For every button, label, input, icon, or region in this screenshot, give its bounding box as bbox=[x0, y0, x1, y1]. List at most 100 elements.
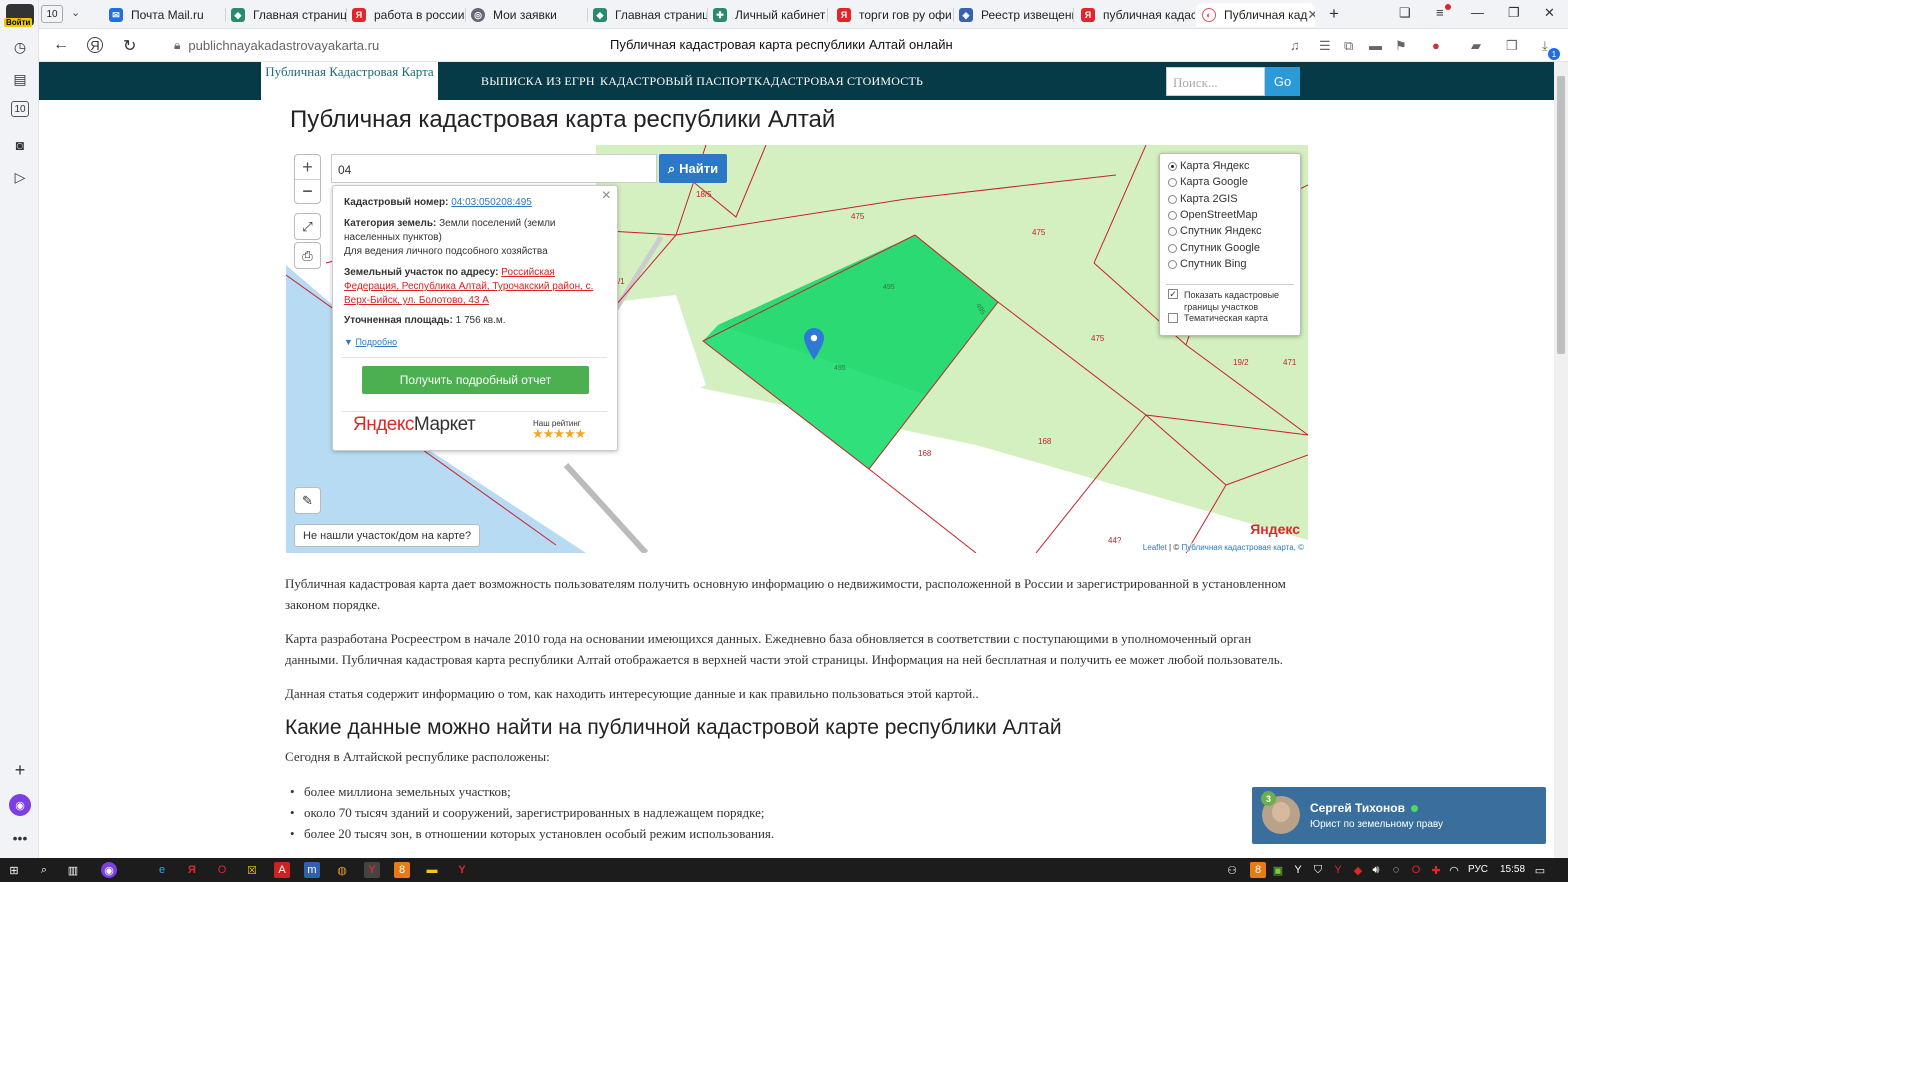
tray-icon[interactable]: Y bbox=[1330, 862, 1346, 878]
page-scrollbar[interactable] bbox=[1554, 62, 1568, 858]
opera-icon[interactable]: O bbox=[214, 862, 230, 878]
account-login-label[interactable]: Войти bbox=[4, 18, 33, 27]
chat-icon[interactable]: ▬ bbox=[1369, 38, 1382, 53]
map-search-input[interactable]: 04 bbox=[331, 154, 657, 183]
close-window-icon[interactable]: ✕ bbox=[1544, 5, 1555, 21]
shield-icon[interactable]: ⛉ bbox=[1310, 862, 1326, 878]
chrome-icon[interactable]: ◍ bbox=[334, 862, 350, 878]
tray-icon[interactable]: 8 bbox=[1250, 862, 1266, 878]
minimize-icon[interactable]: — bbox=[1471, 5, 1484, 20]
extension-icon[interactable]: ▰ bbox=[1471, 38, 1481, 54]
new-tab-icon[interactable]: + bbox=[1329, 4, 1339, 24]
more-details-row[interactable]: ▼ Подробно bbox=[344, 335, 604, 349]
alice-icon[interactable]: ◉ bbox=[101, 862, 117, 878]
app-icon[interactable]: m bbox=[304, 862, 320, 878]
tray-icon[interactable]: ◆ bbox=[1350, 862, 1366, 878]
zoom-out-button[interactable]: − bbox=[295, 179, 320, 203]
yandex-icon[interactable]: Я bbox=[184, 862, 200, 878]
history-icon[interactable]: ◷ bbox=[9, 36, 31, 58]
tab-item[interactable]: Яторги гов ру офи bbox=[831, 3, 951, 27]
language-indicator[interactable]: РУС bbox=[1468, 864, 1488, 875]
nav-egrn-extract[interactable]: ВЫПИСКА ИЗ ЕГРН bbox=[481, 74, 595, 89]
translate-icon[interactable]: ⧉ bbox=[1344, 38, 1353, 54]
map-find-button[interactable]: ⌕ Найти bbox=[659, 154, 727, 183]
folder-icon[interactable]: ▬ bbox=[424, 862, 440, 878]
alice-icon[interactable]: ◉ bbox=[9, 794, 31, 816]
layer-option[interactable]: Спутник Яндекс bbox=[1168, 223, 1262, 239]
layer-option[interactable]: Спутник Bing bbox=[1168, 256, 1247, 272]
pkk-link[interactable]: Публичная кадастровая карта, © bbox=[1181, 543, 1304, 552]
tabs-count-icon[interactable]: 10 bbox=[11, 101, 29, 117]
tab-item-active[interactable]: ◐ Публичная кад ✕ bbox=[1196, 3, 1315, 27]
yandex-market-logo[interactable]: ЯндексМаркет bbox=[353, 415, 476, 434]
extension-icon[interactable]: ● bbox=[1432, 38, 1440, 53]
clock[interactable]: 15:58 bbox=[1500, 864, 1525, 875]
get-report-button[interactable]: Получить подробный отчет bbox=[362, 366, 589, 394]
tab-item[interactable]: ✚ Личный кабинет bbox=[707, 3, 827, 27]
layer-option[interactable]: OpenStreetMap bbox=[1168, 207, 1258, 223]
camera-icon[interactable]: ◙ bbox=[9, 134, 31, 156]
cadastral-number-link[interactable]: 04:03:050208:495 bbox=[451, 197, 532, 208]
tab-counter[interactable]: 10 bbox=[41, 5, 63, 23]
volume-icon[interactable]: 🔊︎ bbox=[1368, 862, 1384, 878]
more-details-link[interactable]: Подробно bbox=[355, 337, 397, 347]
downloads-icon[interactable]: ⤓ bbox=[1542, 38, 1548, 54]
cadastral-map[interactable]: 18/5 475 475 475 495 495 495 19/2 471 16… bbox=[286, 145, 1308, 553]
map-marker-icon[interactable] bbox=[804, 328, 824, 360]
site-search-button[interactable]: Go bbox=[1265, 67, 1300, 96]
menu-icon[interactable]: ≡ bbox=[1436, 5, 1444, 20]
layer-option[interactable]: Спутник Google bbox=[1168, 240, 1260, 256]
nav-cadastral-value[interactable]: КАДАСТРОВАЯ СТОИМОСТЬ bbox=[754, 74, 923, 89]
app-icon[interactable]: ☒ bbox=[244, 862, 260, 878]
task-view-icon[interactable]: ▥ bbox=[65, 862, 81, 878]
app-icon[interactable]: 8 bbox=[394, 862, 410, 878]
scrollbar-thumb[interactable] bbox=[1557, 76, 1565, 354]
tab-item[interactable]: ✉ Почта Mail.ru bbox=[103, 3, 225, 27]
extensions-icon[interactable]: ❒ bbox=[1506, 38, 1518, 54]
wifi-icon[interactable]: ◠ bbox=[1446, 862, 1462, 878]
reload-icon[interactable]: ↻ bbox=[123, 36, 136, 56]
not-found-button[interactable]: Не нашли участок/дом на карте? bbox=[294, 524, 481, 547]
thematic-map-checkbox[interactable]: Тематическая карта bbox=[1168, 310, 1268, 326]
more-icon[interactable]: ••• bbox=[9, 827, 31, 849]
app-icon[interactable]: A bbox=[274, 862, 290, 878]
add-panel-icon[interactable]: + bbox=[9, 759, 31, 781]
back-icon[interactable]: ← bbox=[53, 36, 69, 54]
tab-item[interactable]: ◈ Реестр извещени bbox=[953, 3, 1073, 27]
tab-item[interactable]: Яработа в россии bbox=[346, 3, 465, 27]
tab-item[interactable]: ◆ Главная страница bbox=[587, 3, 707, 27]
close-tab-icon[interactable]: ✕ bbox=[1307, 7, 1315, 23]
leaflet-link[interactable]: Leaflet bbox=[1143, 543, 1167, 552]
yandex-browser-icon[interactable]: Y bbox=[364, 862, 380, 878]
fullscreen-icon[interactable]: ⤢ bbox=[294, 213, 321, 240]
tab-item[interactable]: Япубличная кадаст bbox=[1075, 3, 1195, 27]
tray-icon[interactable]: ✚ bbox=[1428, 862, 1444, 878]
tab-list-chevron-icon[interactable]: ⌄ bbox=[71, 6, 80, 19]
play-icon[interactable]: ▷ bbox=[9, 166, 31, 188]
yandex-browser-icon[interactable]: Y bbox=[454, 862, 470, 878]
opera-icon[interactable]: O bbox=[1408, 862, 1424, 878]
people-icon[interactable]: ⚇ bbox=[1224, 862, 1240, 878]
url-field[interactable]: 🔒︎ publichnayakadastrovayakarta.ru bbox=[174, 34, 379, 57]
layer-option[interactable]: Карта 2GIS bbox=[1168, 191, 1238, 207]
yandex-home-icon[interactable]: Я bbox=[87, 37, 103, 53]
layer-option[interactable]: Карта Яндекс bbox=[1168, 158, 1249, 174]
zoom-in-button[interactable]: + bbox=[295, 155, 320, 179]
tab-item[interactable]: ◆ Главная страница bbox=[225, 3, 346, 27]
bookmark-icon[interactable]: ⚑ bbox=[1395, 38, 1407, 54]
restore-icon[interactable]: ❐ bbox=[1508, 5, 1520, 21]
windows-start-icon[interactable]: ⊞ bbox=[6, 862, 22, 878]
search-icon[interactable]: ⌕ bbox=[36, 862, 52, 878]
reader-icon[interactable]: ☰ bbox=[1319, 38, 1331, 54]
site-logo[interactable]: Публичная Кадастровая Карта bbox=[261, 62, 438, 100]
tray-icon[interactable]: ◌ bbox=[1388, 862, 1404, 878]
site-search-input[interactable]: Поиск... bbox=[1166, 67, 1265, 96]
headphones-icon[interactable]: ♫ bbox=[1290, 38, 1300, 53]
ruler-icon[interactable]: ✎ bbox=[294, 487, 321, 514]
layer-option[interactable]: Карта Google bbox=[1168, 174, 1248, 190]
print-icon[interactable]: ⎙ bbox=[294, 242, 321, 269]
consultant-chat-widget[interactable]: 3 Сергей Тихонов Юрист по земельному пра… bbox=[1252, 787, 1546, 844]
tray-icon[interactable]: Y bbox=[1290, 862, 1306, 878]
nav-cadastral-passport[interactable]: КАДАСТРОВЫЙ ПАСПОРТ bbox=[600, 74, 754, 89]
tray-icon[interactable]: ▣ bbox=[1270, 862, 1286, 878]
